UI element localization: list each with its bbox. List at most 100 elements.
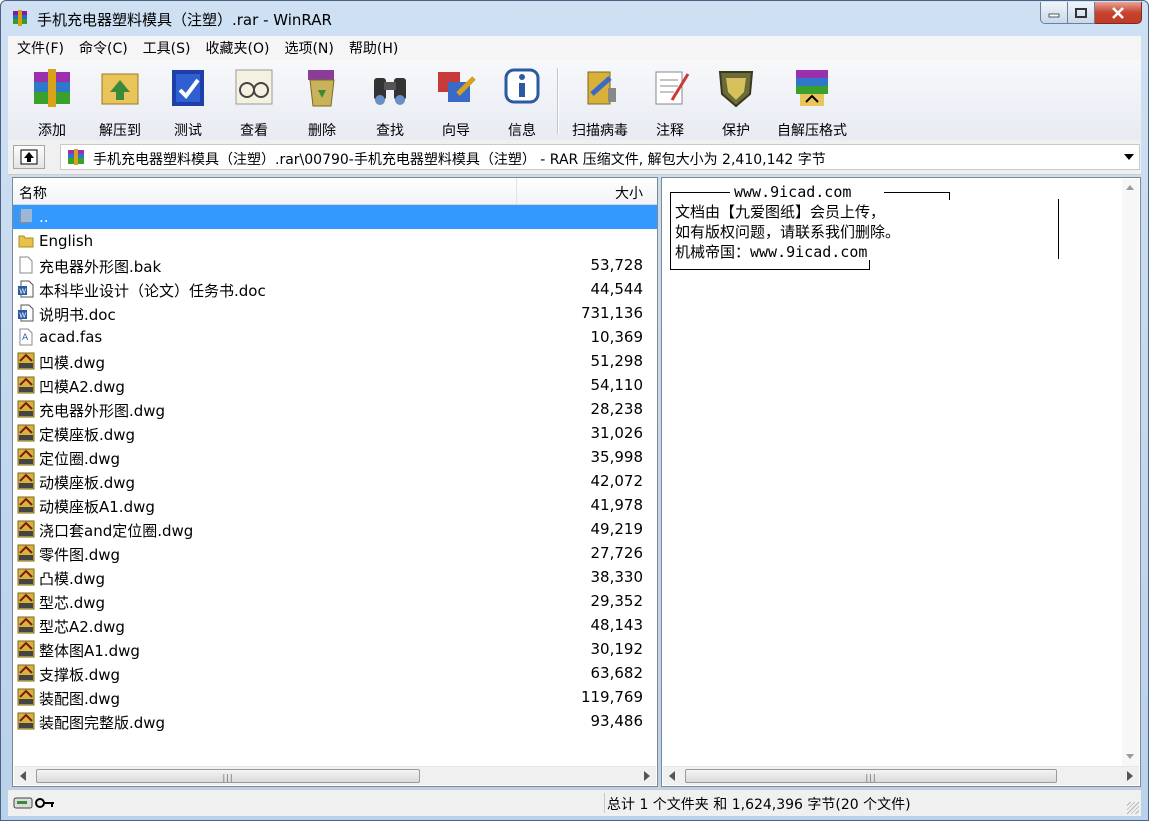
dwg-file-icon	[17, 376, 35, 394]
file-row[interactable]: ..	[13, 205, 657, 229]
find-button[interactable]: 查找	[362, 64, 418, 140]
extract-button[interactable]: 解压到	[92, 64, 148, 140]
dwg-file-icon	[17, 616, 35, 634]
protect-button[interactable]: 保护	[708, 64, 764, 140]
file-name: 说明书.doc	[39, 306, 116, 324]
column-divider[interactable]	[516, 178, 517, 204]
wizard-icon	[438, 72, 476, 102]
file-name: 型芯.dwg	[39, 594, 106, 612]
file-row[interactable]: 动模座板A1.dwg 41,978	[13, 493, 657, 517]
maximize-icon	[1075, 7, 1087, 18]
archive-comment: www.9icad.com 文档由【九爱图纸】会员上传， 如有版权问题，请联系我…	[670, 182, 1115, 270]
file-row[interactable]: 型芯.dwg 29,352	[13, 589, 657, 613]
comment-line: 机械帝国：www.9icad.com	[675, 243, 868, 261]
file-row[interactable]: 支撑板.dwg 63,682	[13, 661, 657, 685]
file-row[interactable]: 充电器外形图.bak 53,728	[13, 253, 657, 277]
svg-text:W: W	[19, 288, 26, 296]
menu-commands[interactable]: 命令(C)	[70, 38, 134, 58]
file-name: 凹模A2.dwg	[39, 378, 125, 396]
file-row[interactable]: 凹模A2.dwg 54,110	[13, 373, 657, 397]
wizard-label: 向导	[442, 123, 470, 139]
menu-file[interactable]: 文件(F)	[8, 38, 70, 58]
close-button[interactable]	[1095, 2, 1142, 24]
file-row[interactable]: 充电器外形图.dwg 28,238	[13, 397, 657, 421]
file-name: 充电器外形图.bak	[39, 258, 162, 276]
file-row[interactable]: 型芯A2.dwg 48,143	[13, 613, 657, 637]
file-size: 38,330	[590, 568, 644, 586]
file-list-horizontal-scrollbar[interactable]: |||	[14, 766, 656, 785]
maximize-button[interactable]	[1068, 2, 1095, 24]
file-row[interactable]: W 说明书.doc 731,136	[13, 301, 657, 325]
scroll-up-arrow-icon[interactable]	[1126, 185, 1134, 190]
autocad-fas-file-icon: A	[19, 328, 33, 346]
file-size: 53,728	[590, 256, 644, 274]
file-name: 支撑板.dwg	[39, 666, 121, 684]
file-row[interactable]: English	[13, 229, 657, 253]
info-icon	[504, 68, 540, 104]
dwg-file-icon	[17, 592, 35, 610]
file-name: 浇口套and定位圈.dwg	[39, 522, 194, 540]
sfx-button[interactable]: 自解压格式	[772, 64, 852, 140]
test-button[interactable]: 测试	[160, 64, 216, 140]
scroll-right-arrow-icon[interactable]	[644, 771, 650, 781]
file-name: 本科毕业设计（论文）任务书.doc	[39, 282, 266, 300]
minimize-button[interactable]	[1040, 2, 1068, 24]
svg-text:W: W	[19, 312, 26, 320]
resize-grip[interactable]	[1127, 802, 1139, 814]
comment-vertical-scrollbar[interactable]	[1122, 179, 1139, 767]
file-row[interactable]: 整体图A1.dwg 30,192	[13, 637, 657, 661]
menu-help[interactable]: 帮助(H)	[340, 38, 404, 58]
file-row[interactable]: 装配图.dwg 119,769	[13, 685, 657, 709]
file-row[interactable]: 浇口套and定位圈.dwg 49,219	[13, 517, 657, 541]
file-name: 装配图完整版.dwg	[39, 714, 166, 732]
protect-shield-icon	[718, 71, 754, 108]
menu-options[interactable]: 选项(N)	[275, 38, 339, 58]
title-bar[interactable]: 手机充电器塑料模具（注塑）.rar - WinRAR	[1, 1, 1148, 35]
file-list-panel: 名称 大小 .. English 充电器外形图.bak 53,728 W 本科毕业设计（论…	[12, 177, 658, 787]
rar-archive-icon	[68, 149, 84, 165]
file-name: 动模座板.dwg	[39, 474, 136, 492]
wizard-button[interactable]: 向导	[428, 64, 484, 140]
view-label: 查看	[240, 123, 268, 139]
file-name: 凸模.dwg	[39, 570, 106, 588]
scroll-left-arrow-icon[interactable]	[669, 771, 675, 781]
file-row[interactable]: Aacad.fas 10,369	[13, 325, 657, 349]
dwg-file-icon	[17, 568, 35, 586]
dwg-file-icon	[17, 352, 35, 370]
comment-horizontal-scrollbar[interactable]: |||	[663, 766, 1139, 785]
add-label: 添加	[38, 123, 66, 139]
file-row[interactable]: W 本科毕业设计（论文）任务书.doc 44,544	[13, 277, 657, 301]
info-button[interactable]: 信息	[494, 64, 550, 140]
column-header-name[interactable]: 名称	[19, 183, 47, 203]
scroll-left-arrow-icon[interactable]	[20, 771, 26, 781]
file-row[interactable]: 定模座板.dwg 31,026	[13, 421, 657, 445]
file-row[interactable]: 凸模.dwg 38,330	[13, 565, 657, 589]
blank-file-icon	[19, 256, 33, 274]
view-button[interactable]: 查看	[226, 64, 282, 140]
menu-bar: 文件(F) 命令(C) 工具(S) 收藏夹(O) 选项(N) 帮助(H)	[8, 36, 1141, 60]
menu-tools[interactable]: 工具(S)	[134, 38, 197, 58]
scroll-right-arrow-icon[interactable]	[1127, 771, 1133, 781]
delete-button[interactable]: 删除	[294, 64, 350, 140]
scrollbar-thumb[interactable]: |||	[36, 769, 420, 783]
scrollbar-thumb[interactable]: |||	[685, 769, 1057, 783]
comment-button[interactable]: 注释	[642, 64, 698, 140]
file-name: 装配图.dwg	[39, 690, 121, 708]
file-row[interactable]: 零件图.dwg 27,726	[13, 541, 657, 565]
column-header-size[interactable]: 大小	[615, 183, 643, 203]
status-summary: 总计 1 个文件夹 和 1,624,396 字节(20 个文件)	[607, 797, 911, 813]
up-folder-button[interactable]	[13, 145, 45, 169]
file-row[interactable]: 凹模.dwg 51,298	[13, 349, 657, 373]
archive-path-field[interactable]: 手机充电器塑料模具（注塑）.rar\00790-手机充电器塑料模具（注塑） - …	[60, 144, 1140, 170]
file-row[interactable]: 装配图完整版.dwg 93,486	[13, 709, 657, 733]
file-row[interactable]: 定位圈.dwg 35,998	[13, 445, 657, 469]
scroll-down-arrow-icon[interactable]	[1126, 754, 1134, 759]
toolbar-separator	[557, 68, 559, 134]
file-row[interactable]: 动模座板.dwg 42,072	[13, 469, 657, 493]
scan-virus-button[interactable]: 扫描病毒	[564, 64, 636, 140]
scan-virus-icon	[587, 71, 616, 105]
file-size: 42,072	[590, 472, 644, 490]
path-dropdown-arrow-icon[interactable]	[1124, 154, 1134, 160]
add-button[interactable]: 添加	[22, 64, 82, 140]
menu-favorites[interactable]: 收藏夹(O)	[197, 38, 276, 58]
